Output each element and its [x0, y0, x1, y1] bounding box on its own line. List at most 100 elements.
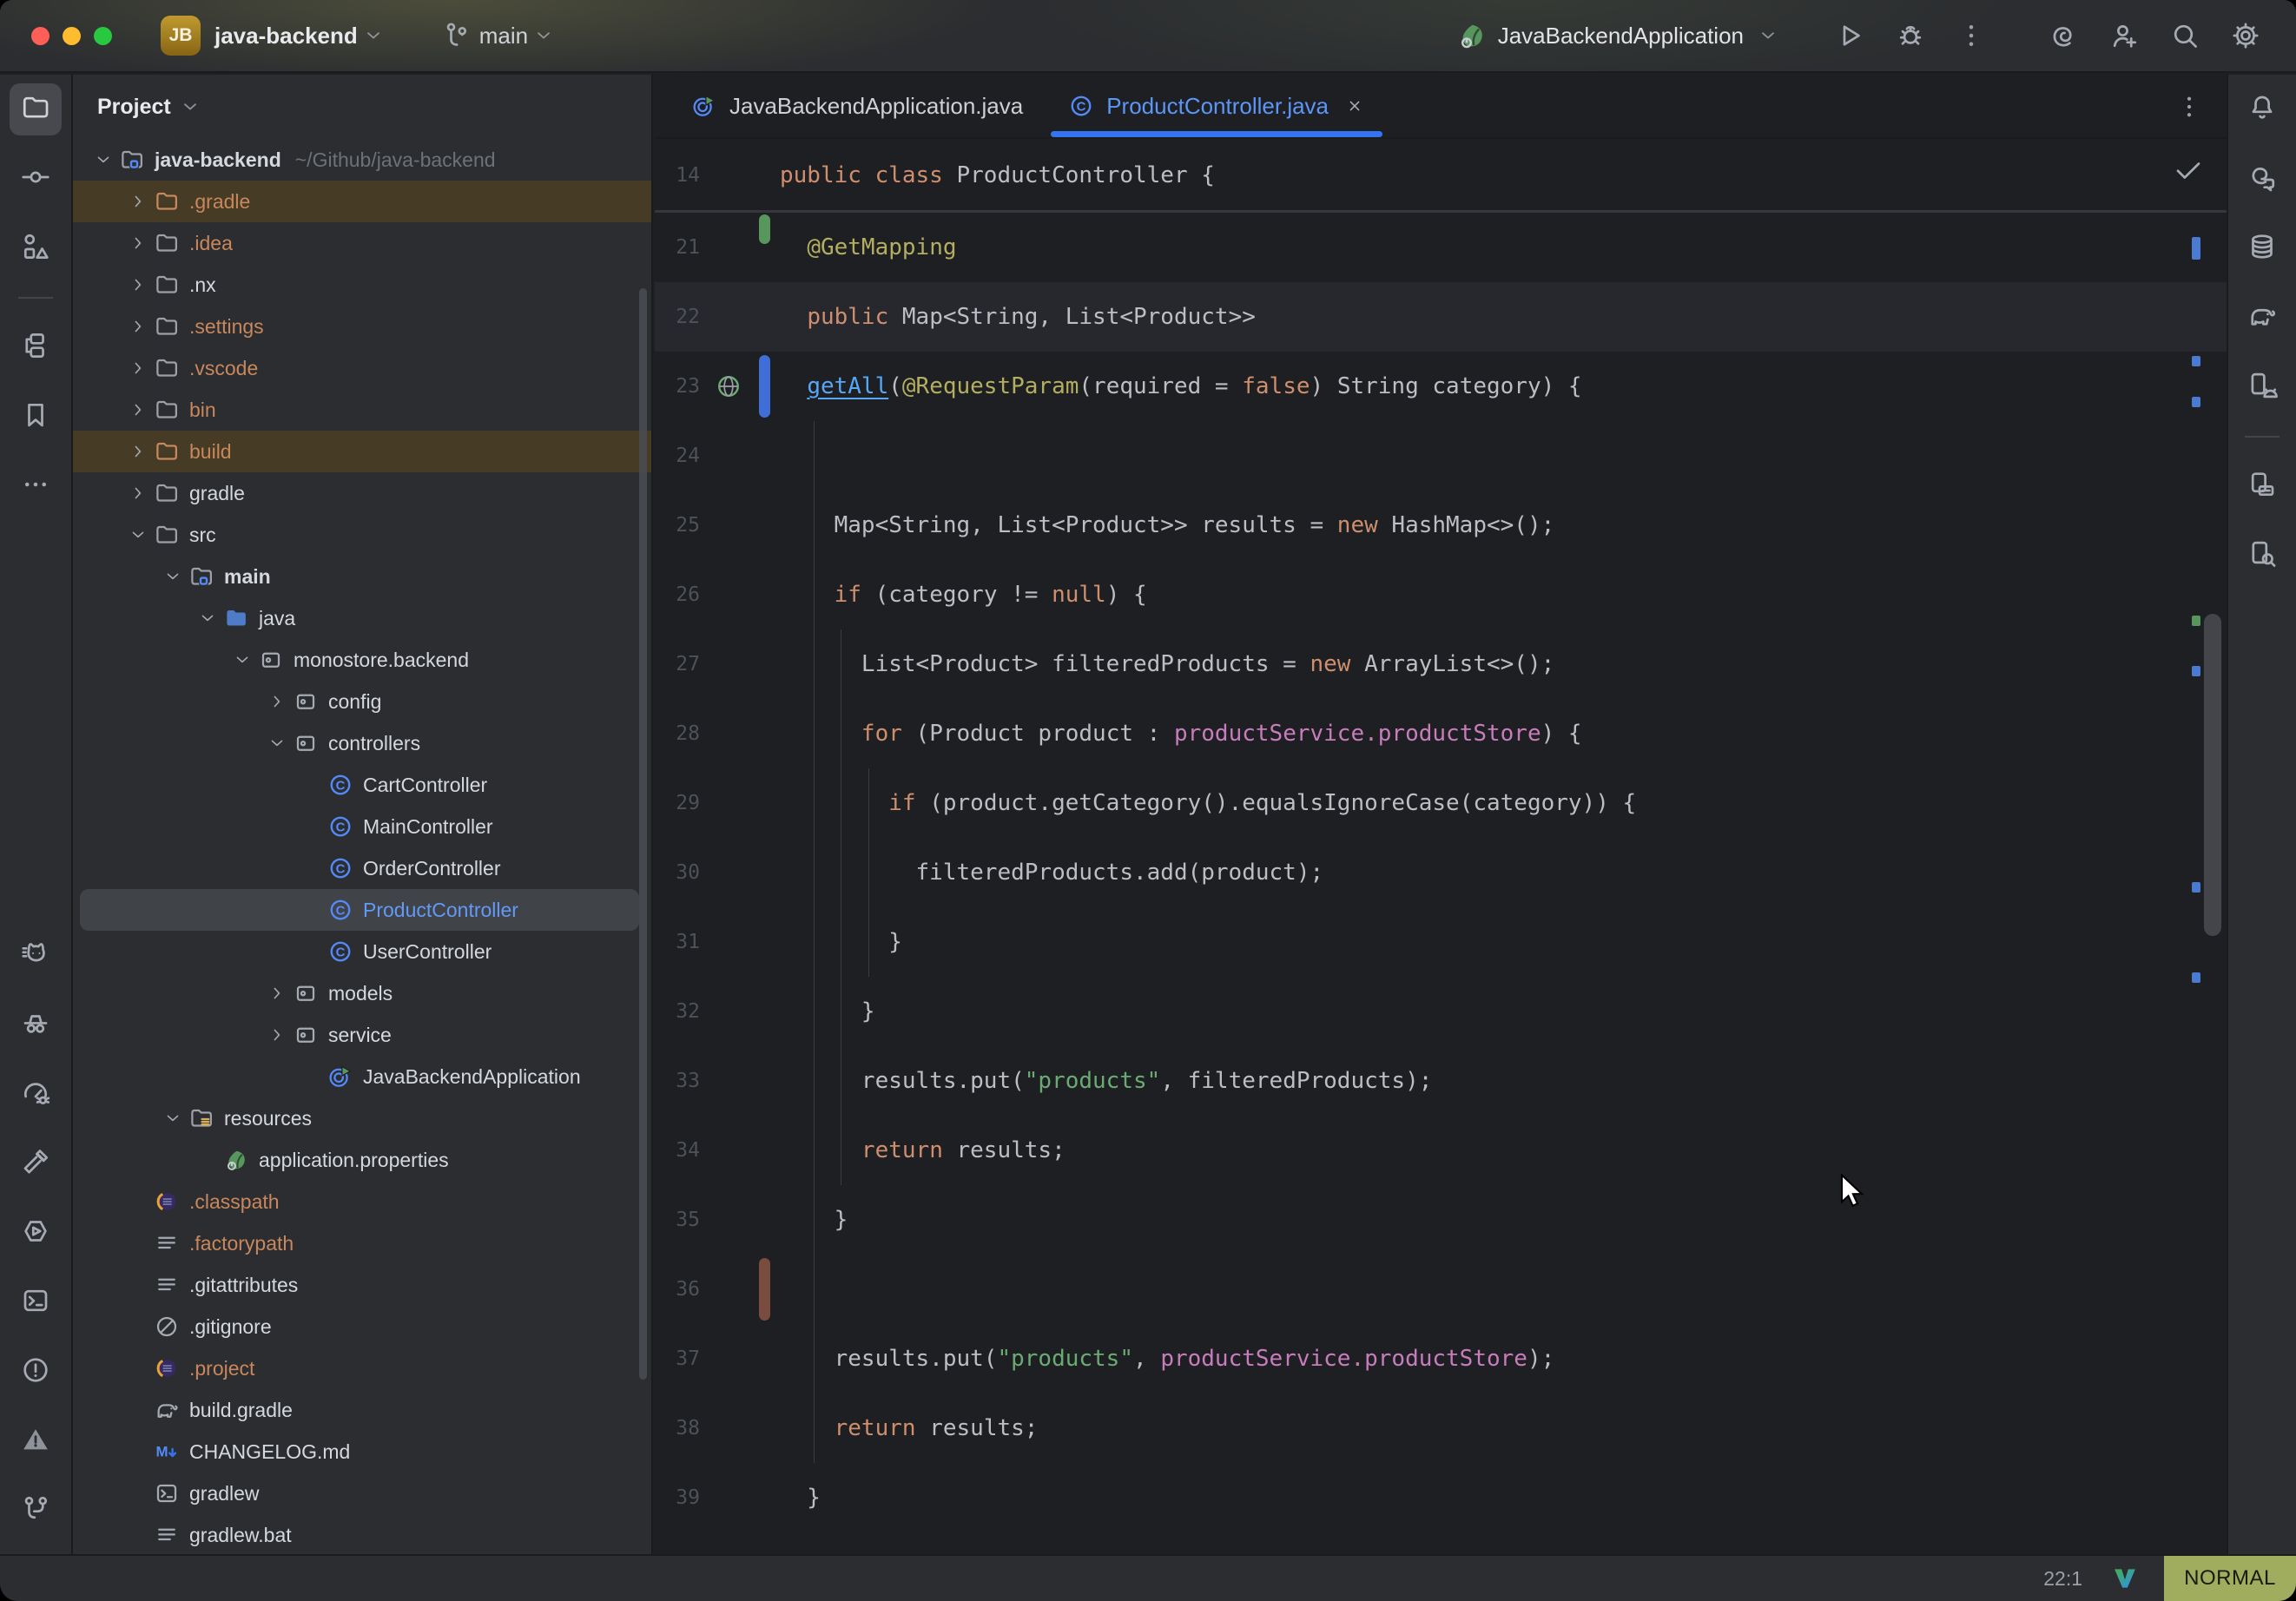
run-configuration[interactable]: JavaBackendApplication [1498, 23, 1744, 49]
problems-button[interactable] [10, 1346, 62, 1398]
project-selector[interactable]: java-backend [201, 23, 384, 49]
database-button[interactable] [2236, 222, 2288, 274]
tree-item--classpath[interactable]: .classpath [73, 1181, 651, 1222]
tree-item-gradle[interactable]: gradle [73, 472, 651, 514]
tree-item--vscode[interactable]: .vscode [73, 347, 651, 389]
code-line-29[interactable]: 29 if (product.getCategory().equalsIgnor… [655, 768, 2227, 838]
zoom-window-button[interactable] [94, 27, 112, 45]
close-tab-icon[interactable] [1344, 96, 1365, 116]
more-kebab-icon[interactable] [1956, 20, 1987, 51]
tree-item-changelog-md[interactable]: MCHANGELOG.md [73, 1431, 651, 1473]
notifications-button[interactable] [2236, 83, 2288, 135]
tree-item-build-gradle[interactable]: build.gradle [73, 1389, 651, 1431]
code-area[interactable]: 14public class ProductController { 21 @G… [655, 141, 2227, 1554]
line-number[interactable]: 26 [655, 583, 700, 606]
project-folder-button[interactable] [10, 83, 62, 135]
tree-item--factorypath[interactable]: .factorypath [73, 1222, 651, 1264]
chevron-down-icon[interactable] [125, 522, 151, 548]
editor-scrollbar-thumb[interactable] [2204, 614, 2221, 936]
editor-options-kebab-icon[interactable] [2174, 92, 2204, 122]
line-number[interactable]: 35 [655, 1209, 700, 1231]
incognito-button[interactable] [10, 998, 62, 1051]
profiler-button[interactable] [10, 1068, 62, 1120]
code-line-21[interactable]: 21 @GetMapping [655, 213, 2227, 282]
build-hammer-button[interactable] [10, 1137, 62, 1189]
debug-button[interactable] [1895, 20, 1926, 51]
run-button[interactable] [1834, 20, 1865, 51]
line-number[interactable]: 38 [655, 1417, 700, 1440]
terminal-button[interactable] [10, 1276, 62, 1328]
tree-item-javabackendapplication[interactable]: JavaBackendApplication [73, 1056, 651, 1097]
inspections-ok-icon[interactable] [2173, 155, 2204, 186]
chevron-right-icon[interactable] [125, 397, 151, 423]
structure-button[interactable] [10, 222, 62, 274]
tree-item-monostore-backend[interactable]: monostore.backend [73, 639, 651, 681]
settings-gear-icon[interactable] [2230, 20, 2261, 51]
line-number[interactable]: 29 [655, 792, 700, 814]
tree-item-build[interactable]: build [73, 431, 651, 472]
tree-item-application-properties[interactable]: application.properties [73, 1139, 651, 1181]
line-number[interactable]: 22 [655, 306, 700, 328]
blue-stripe-tick[interactable] [2192, 972, 2200, 983]
code-line-23[interactable]: 23 getAll(@RequestParam(required = false… [655, 352, 2227, 421]
gradle-elephant-button[interactable] [2236, 292, 2288, 344]
line-number[interactable]: 37 [655, 1347, 700, 1370]
line-number[interactable]: 30 [655, 861, 700, 884]
tree-item--idea[interactable]: .idea [73, 222, 651, 264]
vim-mode-badge[interactable]: NORMAL [2164, 1556, 2296, 1601]
tree-item-service[interactable]: service [73, 1014, 651, 1056]
tree-item-config[interactable]: config [73, 681, 651, 722]
tree-item-ordercontroller[interactable]: COrderController [73, 847, 651, 889]
add-user-icon[interactable] [2108, 20, 2140, 51]
git-branch-button[interactable] [10, 1485, 62, 1537]
tree-item-resources[interactable]: resources [73, 1097, 651, 1139]
chevron-right-icon[interactable] [125, 188, 151, 214]
code-line-30[interactable]: 30 filteredProducts.add(product); [655, 838, 2227, 907]
tree-item-models[interactable]: models [73, 972, 651, 1014]
line-number[interactable]: 32 [655, 1000, 700, 1023]
plugins-button[interactable] [10, 321, 62, 373]
tree-item--gitignore[interactable]: .gitignore [73, 1306, 651, 1347]
line-number[interactable]: 36 [655, 1278, 700, 1301]
green-stripe-tick[interactable] [2192, 616, 2200, 626]
tree-item-controllers[interactable]: controllers [73, 722, 651, 764]
line-number[interactable]: 14 [655, 164, 700, 187]
code-line-32[interactable]: 32 } [655, 977, 2227, 1046]
line-number[interactable]: 25 [655, 514, 700, 537]
chevron-right-icon[interactable] [125, 313, 151, 339]
more-horizontal-button[interactable] [10, 460, 62, 512]
blue-stripe-tick[interactable] [2192, 882, 2200, 893]
line-number[interactable]: 39 [655, 1486, 700, 1509]
code-line-38[interactable]: 38 return results; [655, 1393, 2227, 1463]
line-number[interactable]: 21 [655, 236, 700, 259]
code-line-25[interactable]: 25 Map<String, List<Product>> results = … [655, 491, 2227, 560]
services-button[interactable] [10, 1207, 62, 1259]
code-line-36[interactable]: 36 [655, 1255, 2227, 1324]
chevron-right-icon[interactable] [125, 355, 151, 381]
close-window-button[interactable] [31, 27, 49, 45]
ai-assistant-chat-button[interactable] [2236, 153, 2288, 205]
search-icon[interactable] [2169, 20, 2200, 51]
code-line-14[interactable]: 14public class ProductController { [655, 141, 2227, 210]
tree-item-java-backend[interactable]: java-backend~/Github/java-backend [73, 139, 651, 181]
chevron-right-icon[interactable] [125, 230, 151, 256]
tree-item-gradlew[interactable]: gradlew [73, 1473, 651, 1514]
line-number[interactable]: 24 [655, 445, 700, 467]
ideavim-icon[interactable] [2112, 1565, 2138, 1591]
chevron-down-icon[interactable] [160, 1105, 186, 1131]
running-devices-button[interactable] [2236, 460, 2288, 512]
chevron-down-icon[interactable] [195, 605, 221, 631]
code-line-28[interactable]: 28 for (Product product : productService… [655, 699, 2227, 768]
project-tree-scrollbar[interactable] [639, 288, 647, 1380]
chevron-down-icon[interactable] [264, 730, 290, 756]
blue-stripe-tick[interactable] [2192, 397, 2200, 407]
minimize-window-button[interactable] [63, 27, 81, 45]
chevron-down-icon[interactable] [90, 147, 116, 173]
tree-item--nx[interactable]: .nx [73, 264, 651, 306]
chevron-right-icon[interactable] [125, 438, 151, 464]
warning-button[interactable] [10, 1415, 62, 1467]
code-line-34[interactable]: 34 return results; [655, 1116, 2227, 1185]
tree-item--gradle[interactable]: .gradle [73, 181, 651, 222]
chevron-right-icon[interactable] [125, 272, 151, 298]
chevron-down-icon[interactable] [160, 563, 186, 590]
